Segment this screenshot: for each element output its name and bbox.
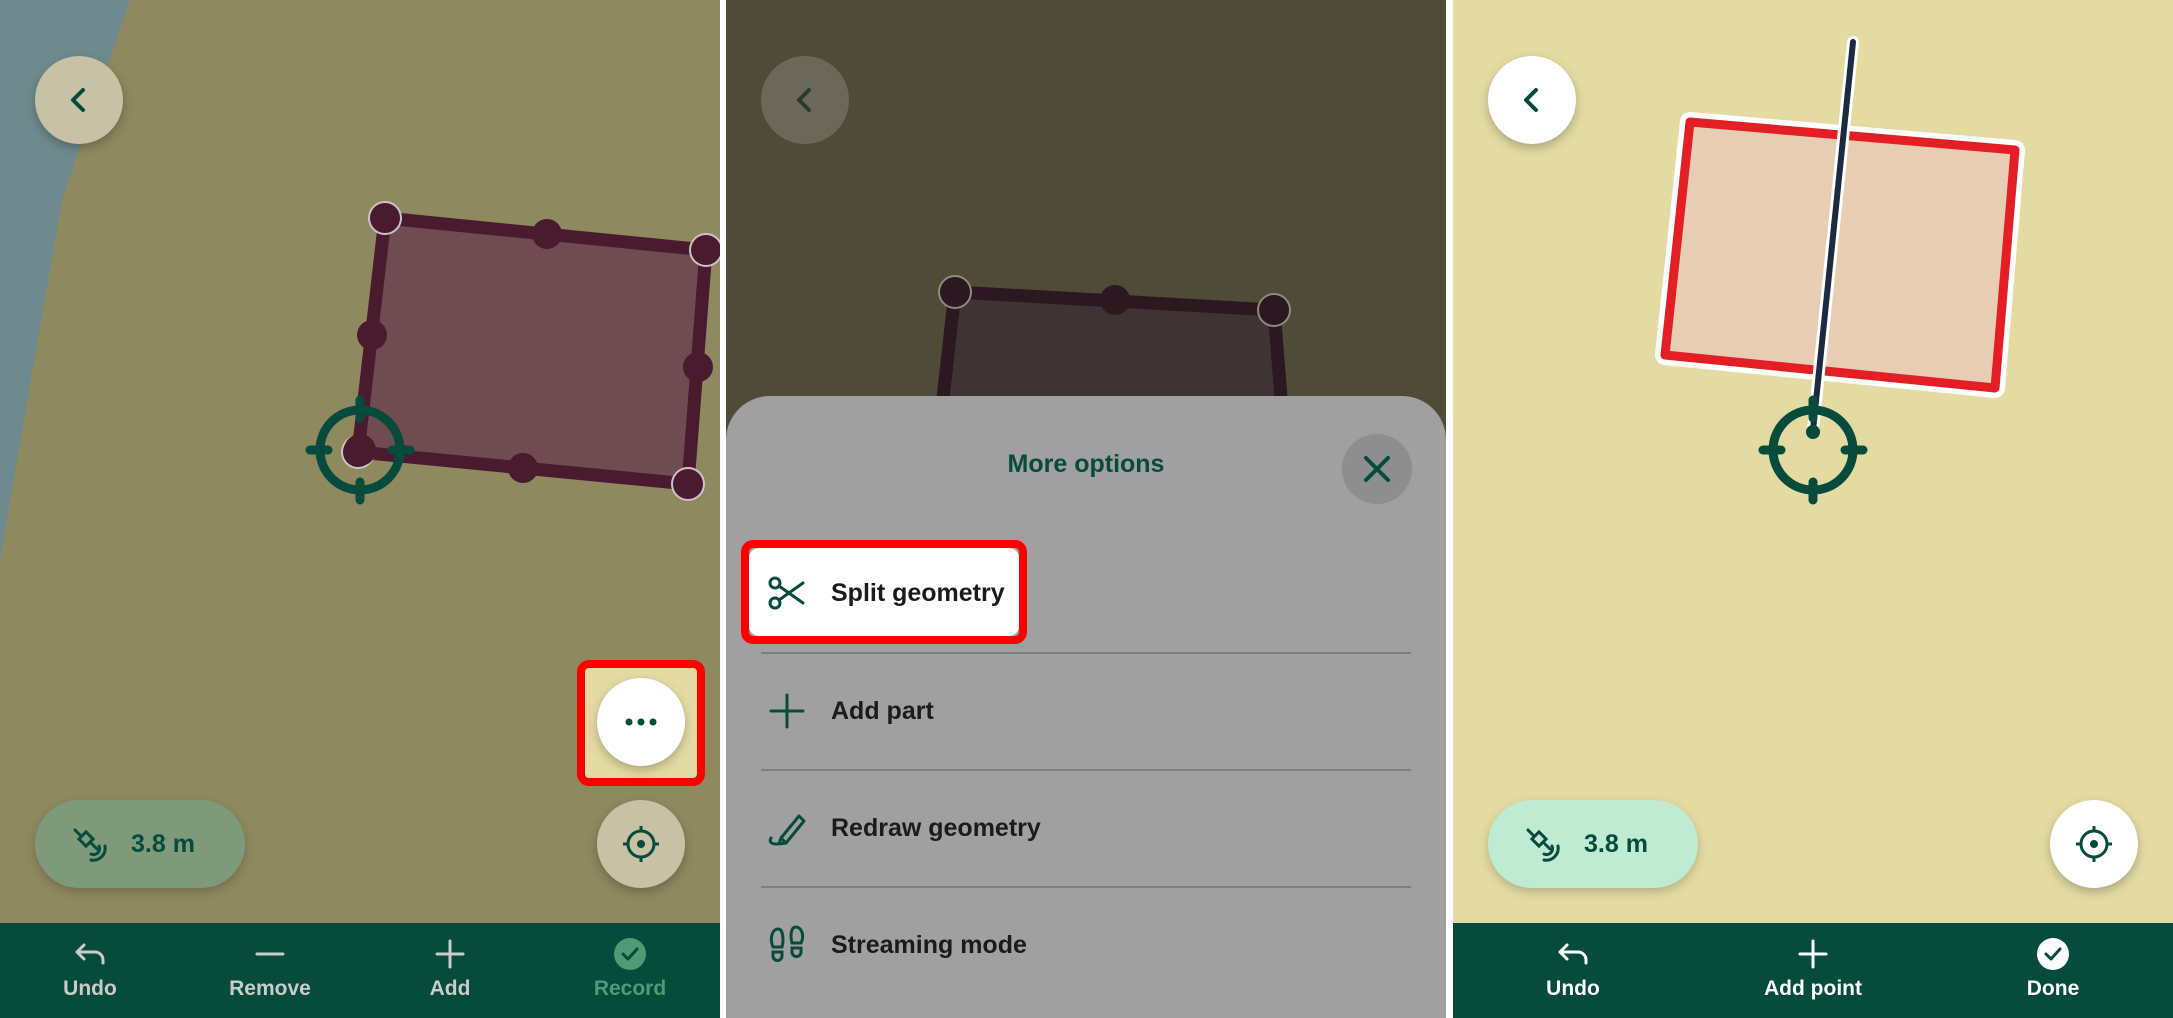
undo-label: Undo <box>1546 977 1600 1000</box>
midpoint-handle <box>1100 285 1130 315</box>
vertex-handle <box>938 275 972 309</box>
pen-icon <box>763 804 811 852</box>
undo-label: Undo <box>63 977 117 1000</box>
chevron-left-icon <box>797 88 811 112</box>
gps-accuracy-chip[interactable]: 3.8 m <box>35 800 245 888</box>
map-view-dimmed <box>933 275 1291 420</box>
midpoint-handle <box>508 453 538 483</box>
option-split-geometry[interactable]: Split geometry <box>761 554 1411 632</box>
vertex-handle <box>368 201 402 235</box>
undo-icon <box>75 943 105 965</box>
done-label: Done <box>2026 977 2080 1000</box>
locate-button[interactable] <box>2050 800 2138 888</box>
vertex-handle <box>1257 293 1291 327</box>
add-point-label: Add point <box>1764 977 1862 1000</box>
chevron-left-icon <box>71 88 85 112</box>
option-redraw-geometry[interactable]: Redraw geometry <box>761 789 1411 867</box>
record-label: Record <box>593 977 667 1000</box>
bottom-toolbar: Undo Add point Done <box>1453 923 2173 1018</box>
vertex-handle <box>689 233 720 267</box>
remove-label: Remove <box>229 977 311 1000</box>
screen-split-geometry: 3.8 m Undo Add point Done <box>1453 0 2173 1018</box>
gps-accuracy-value: 3.8 m <box>1584 829 1648 858</box>
option-label: Add part <box>831 696 934 725</box>
plus-icon <box>1798 939 1828 969</box>
add-button[interactable]: Add <box>360 923 540 1018</box>
sheet-title: More options <box>1007 450 1165 478</box>
more-options-button[interactable] <box>597 678 685 766</box>
gps-accuracy-chip[interactable]: 3.8 m <box>1488 800 1698 888</box>
footprints-icon <box>763 921 811 969</box>
check-circle-icon <box>2037 938 2069 970</box>
option-label: Streaming mode <box>831 930 1027 959</box>
record-button[interactable]: Record <box>540 923 720 1018</box>
back-button[interactable] <box>35 56 123 144</box>
locate-button[interactable] <box>597 800 685 888</box>
midpoint-handle <box>357 320 387 350</box>
divider <box>761 769 1411 771</box>
undo-button[interactable]: Undo <box>0 923 180 1018</box>
map-view[interactable] <box>1453 0 2173 923</box>
divider <box>761 652 1411 654</box>
screen-more-options: More options Split geometry Add part Red… <box>726 0 1446 1018</box>
scissors-icon <box>763 569 811 617</box>
gps-accuracy-value: 3.8 m <box>131 829 195 858</box>
locate-icon <box>623 826 659 862</box>
locate-icon <box>2076 826 2112 862</box>
minus-icon <box>255 952 285 956</box>
done-button[interactable]: Done <box>1933 923 2173 1018</box>
bottom-toolbar: Undo Remove Add Record <box>0 923 720 1018</box>
plus-icon <box>435 939 465 969</box>
back-button[interactable] <box>761 56 849 144</box>
more-options-sheet: More options Split geometry Add part Red… <box>726 396 1446 1018</box>
undo-button[interactable]: Undo <box>1453 923 1693 1018</box>
close-icon <box>1364 456 1390 482</box>
satellite-icon <box>73 828 107 862</box>
midpoint-handle <box>683 352 713 382</box>
screen-edit-geometry: 3.8 m Undo Remove Add Record <box>0 0 720 1018</box>
divider <box>761 886 1411 888</box>
add-label: Add <box>429 977 471 1000</box>
option-label: Redraw geometry <box>831 813 1041 842</box>
undo-icon <box>1558 943 1588 965</box>
check-circle-icon <box>614 938 646 970</box>
crosshair-icon <box>1758 395 1868 505</box>
chevron-left-icon <box>1524 88 1538 112</box>
vertex-handle <box>671 467 705 501</box>
remove-button[interactable]: Remove <box>180 923 360 1018</box>
midpoint-handle <box>532 219 562 249</box>
option-streaming-mode[interactable]: Streaming mode <box>761 906 1411 984</box>
polygon-geometry[interactable] <box>351 211 713 491</box>
plus-icon <box>763 687 811 735</box>
more-horizontal-icon <box>625 718 657 726</box>
option-label: Split geometry <box>831 578 1005 607</box>
back-button[interactable] <box>1488 56 1576 144</box>
close-button[interactable] <box>1342 434 1412 504</box>
option-add-part[interactable]: Add part <box>761 672 1411 750</box>
add-point-button[interactable]: Add point <box>1693 923 1933 1018</box>
satellite-icon <box>1526 828 1560 862</box>
